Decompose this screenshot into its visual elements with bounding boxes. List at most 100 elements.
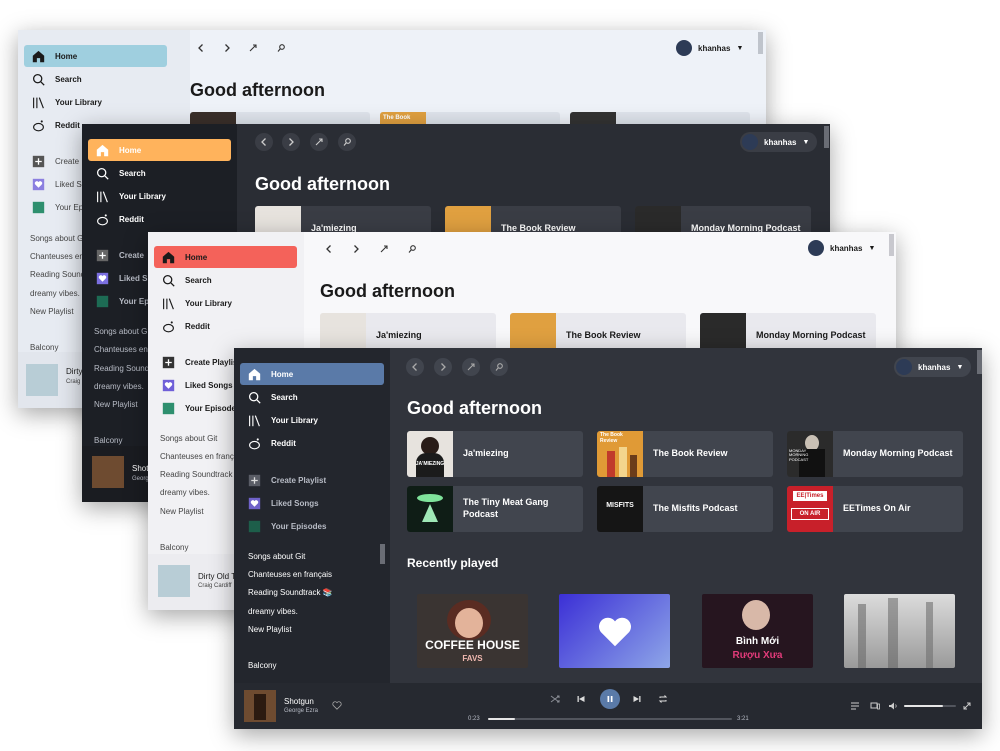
user-menu[interactable]: khanhas ▼: [806, 238, 883, 258]
back-button[interactable]: [320, 240, 338, 258]
shortcut-card-monday-morning[interactable]: MONDAY MORNING PODCAST Monday Morning Po…: [787, 431, 963, 477]
playlist-item[interactable]: Reading Sound: [94, 364, 149, 373]
user-menu[interactable]: khanhas ▼: [740, 132, 818, 152]
forward-button[interactable]: [282, 133, 300, 151]
heart-outline-icon[interactable]: [332, 701, 342, 710]
shuffle-button[interactable]: [548, 692, 562, 706]
pin-button[interactable]: [403, 240, 421, 258]
expand-button[interactable]: [375, 240, 393, 258]
playlist-item[interactable]: Reading Sound: [30, 270, 85, 279]
playlist-item[interactable]: New Playlist: [94, 400, 138, 409]
sidebar-scrollbar[interactable]: [380, 544, 385, 564]
playlist-item[interactable]: New Playlist: [248, 625, 292, 634]
create-playlist[interactable]: Create: [24, 150, 79, 172]
your-episodes[interactable]: Your Episodes: [240, 515, 326, 537]
scrollbar[interactable]: [758, 32, 763, 54]
nav-reddit[interactable]: Reddit: [88, 208, 144, 230]
recently-played-heading: Recently played: [407, 556, 499, 570]
nav-library[interactable]: Your Library: [88, 185, 166, 207]
playlist-item[interactable]: dreamy vibes.: [160, 488, 210, 497]
liked-songs[interactable]: Liked Songs: [154, 374, 233, 396]
playlist-item[interactable]: Chanteuses en: [94, 345, 148, 354]
shortcut-card-tiny-meat-gang[interactable]: The Tiny Meat Gang Podcast: [407, 486, 583, 532]
pin-button[interactable]: [490, 358, 508, 376]
nav-home[interactable]: Home: [240, 363, 384, 385]
nav-search[interactable]: Search: [88, 162, 146, 184]
playlist-item[interactable]: Reading Soundtrack: [160, 470, 233, 479]
progress-track[interactable]: [488, 718, 732, 720]
playlist-item[interactable]: New Playlist: [30, 307, 74, 316]
back-button[interactable]: [255, 133, 273, 151]
volume-button[interactable]: [886, 699, 900, 713]
liked-songs[interactable]: Liked S: [88, 267, 147, 289]
nav-home[interactable]: Home: [88, 139, 231, 161]
playlist-item[interactable]: Songs about G: [30, 234, 83, 243]
volume-slider[interactable]: [904, 705, 956, 707]
forward-button[interactable]: [434, 358, 452, 376]
create-playlist[interactable]: Create: [88, 244, 144, 266]
nav-search[interactable]: Search: [240, 386, 298, 408]
playlist-item[interactable]: Balcony: [248, 661, 276, 670]
nav-reddit[interactable]: Reddit: [154, 315, 210, 337]
scrollbar[interactable]: [977, 350, 982, 374]
recent-tile-binh-moi[interactable]: Bình Mới Rượu Xưa: [702, 594, 813, 668]
nav-search[interactable]: Search: [24, 68, 82, 90]
playlist-item[interactable]: New Playlist: [160, 507, 204, 516]
expand-button[interactable]: [310, 133, 328, 151]
nav-home[interactable]: Home: [154, 246, 297, 268]
playlist-item[interactable]: Chanteuses en françai: [160, 452, 240, 461]
pause-button[interactable]: [600, 689, 620, 709]
forward-button[interactable]: [347, 240, 365, 258]
playlist-item[interactable]: dreamy vibes.: [30, 289, 80, 298]
your-episodes[interactable]: Your Ep: [88, 290, 149, 312]
nav-reddit[interactable]: Reddit: [24, 114, 80, 136]
nav-library[interactable]: Your Library: [240, 409, 318, 431]
expand-button[interactable]: [462, 358, 480, 376]
back-button[interactable]: [192, 39, 210, 57]
user-menu[interactable]: khanhas ▼: [894, 357, 972, 377]
nav-library[interactable]: Your Library: [24, 91, 102, 113]
playlist-item[interactable]: dreamy vibes.: [94, 382, 144, 391]
shortcut-card-book-review[interactable]: The Book Review The Book Review: [597, 431, 773, 477]
liked-songs[interactable]: Liked Songs: [240, 492, 319, 514]
playlist-item[interactable]: Songs about Git: [248, 552, 305, 561]
fullscreen-button[interactable]: [960, 699, 974, 713]
scrollbar[interactable]: [889, 234, 894, 256]
shortcut-card-misfits[interactable]: MISFITS The Misfits Podcast: [597, 486, 773, 532]
recent-tile-forest[interactable]: [844, 594, 955, 668]
playlist-item[interactable]: Chanteuses en français: [248, 570, 332, 579]
playlist-item[interactable]: Chanteuses en: [30, 252, 84, 261]
expand-button[interactable]: [244, 39, 262, 57]
pin-button[interactable]: [338, 133, 356, 151]
previous-button[interactable]: [574, 692, 588, 706]
user-menu[interactable]: khanhas ▼: [674, 38, 751, 58]
liked-songs[interactable]: Liked S: [24, 173, 82, 195]
recent-tile-coffee-house[interactable]: COFFEE HOUSE FAVS: [417, 594, 528, 668]
shortcut-card-eetimes[interactable]: EE|Times ON AIR EETimes On Air: [787, 486, 963, 532]
your-episodes[interactable]: Your Episode: [154, 397, 236, 419]
your-episodes[interactable]: Your Ep: [24, 196, 83, 218]
playlist-item[interactable]: Balcony: [94, 436, 122, 445]
pin-button[interactable]: [272, 39, 290, 57]
playlist-item[interactable]: Balcony: [160, 543, 188, 552]
next-button[interactable]: [630, 692, 644, 706]
nav-search[interactable]: Search: [154, 269, 212, 291]
playlist-item[interactable]: Songs about Git: [160, 434, 217, 443]
create-playlist[interactable]: Create Playlis: [154, 351, 237, 373]
nav-library[interactable]: Your Library: [154, 292, 232, 314]
playlist-item[interactable]: Reading Soundtrack 📚: [248, 588, 333, 597]
devices-button[interactable]: [868, 699, 882, 713]
create-playlist[interactable]: Create Playlist: [240, 469, 326, 491]
playlist-item[interactable]: Songs about G: [94, 327, 147, 336]
queue-button[interactable]: [848, 699, 862, 713]
playlist-item[interactable]: Balcony: [30, 343, 58, 352]
repeat-button[interactable]: [656, 692, 670, 706]
scrollbar[interactable]: [824, 126, 829, 148]
nav-home[interactable]: Home: [24, 45, 167, 67]
playlist-item[interactable]: dreamy vibes.: [248, 607, 298, 616]
recent-tile-liked-songs[interactable]: [559, 594, 670, 668]
nav-reddit[interactable]: Reddit: [240, 432, 296, 454]
back-button[interactable]: [406, 358, 424, 376]
shortcut-card-jamiezing[interactable]: JA'MIEZING Ja'miezing: [407, 431, 583, 477]
forward-button[interactable]: [218, 39, 236, 57]
